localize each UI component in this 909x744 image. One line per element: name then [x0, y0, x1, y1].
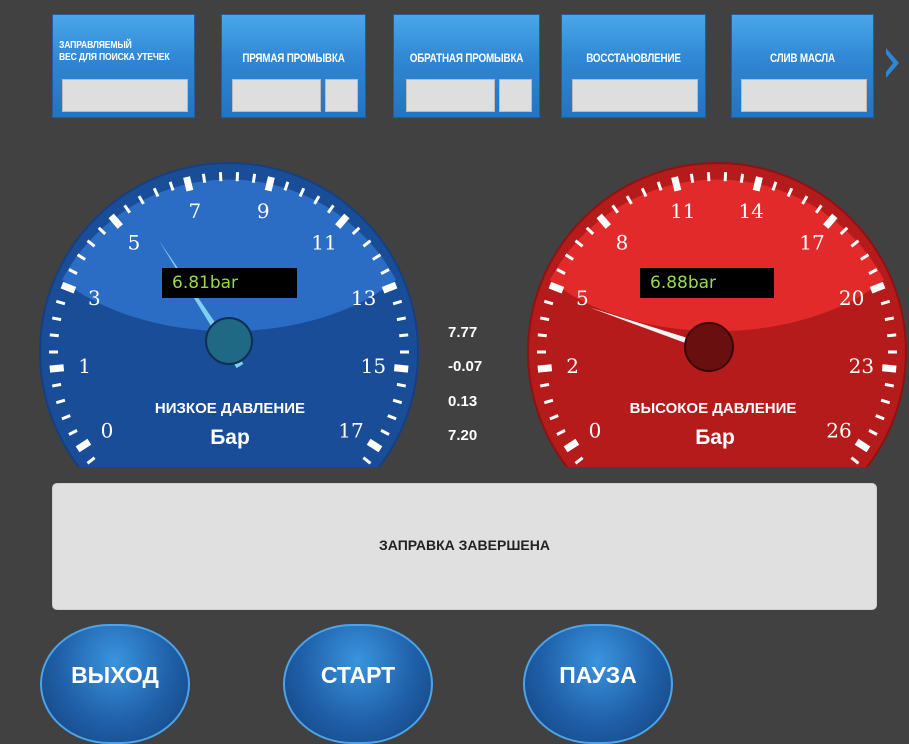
minor-tick: [741, 174, 742, 183]
minor-tick: [540, 318, 549, 320]
gauge-tick-label: 9: [257, 199, 270, 223]
pause-button[interactable]: ПАУЗА: [523, 624, 673, 744]
gauge-tick-label: 5: [128, 230, 141, 254]
minor-tick: [52, 384, 61, 386]
minor-tick: [540, 384, 549, 386]
high-pressure-readout: 6.88bar: [640, 268, 774, 298]
minor-tick: [353, 470, 360, 476]
exit-button[interactable]: ВЫХОД: [40, 624, 190, 744]
gauge-tick-label: 23: [849, 354, 874, 378]
major-tick: [882, 368, 896, 369]
mid-value-4: 7.20: [448, 427, 477, 444]
high-pressure-unit: Бар: [675, 426, 755, 450]
gauge-tick-label: 17: [799, 230, 824, 254]
gauge-tick-label: 2: [566, 354, 579, 378]
pause-button-label: ПАУЗА: [525, 662, 671, 689]
major-tick: [50, 368, 64, 369]
gauge-tick-label: 13: [351, 286, 376, 310]
major-tick: [268, 177, 271, 191]
mid-value-1: 7.77: [448, 324, 477, 341]
minor-tick: [52, 318, 61, 320]
major-tick: [383, 285, 396, 290]
start-button[interactable]: СТАРТ: [283, 624, 433, 744]
mid-value-2: -0.07: [448, 358, 482, 375]
major-tick: [675, 177, 678, 191]
minor-tick: [399, 335, 408, 336]
minor-tick: [203, 174, 204, 183]
start-button-label: СТАРТ: [285, 662, 431, 689]
gauge-tick-label: 11: [670, 199, 695, 223]
mid-value-3: 0.13: [448, 393, 477, 410]
gauge-tick-label: 20: [839, 286, 864, 310]
minor-tick: [538, 335, 547, 336]
gauge-tick-label: 11: [311, 230, 336, 254]
status-message: ЗАПРАВКА ЗАВЕРШЕНА: [53, 537, 876, 553]
gauge-tick-label: 8: [616, 230, 629, 254]
low-pressure-readout: 6.81bar: [162, 268, 297, 298]
major-tick: [187, 177, 190, 191]
status-panel: ЗАПРАВКА ЗАВЕРШЕНА: [52, 483, 877, 610]
major-tick: [550, 285, 563, 290]
low-gauge-hub: [206, 318, 252, 364]
minor-tick: [99, 470, 106, 476]
minor-tick: [691, 174, 692, 183]
gauge-tick-label: 26: [826, 418, 851, 442]
gauge-tick-label: 17: [338, 418, 363, 442]
major-tick: [62, 285, 75, 290]
minor-tick: [253, 174, 254, 183]
gauge-tick-label: 1: [78, 354, 91, 378]
major-tick: [394, 368, 408, 369]
minor-tick: [397, 318, 406, 320]
major-tick: [756, 177, 759, 191]
high-pressure-title: ВЫСОКОЕ ДАВЛЕНИЕ: [618, 400, 808, 417]
low-pressure-title: НИЗКОЕ ДАВЛЕНИЕ: [140, 400, 320, 417]
minor-tick: [887, 335, 896, 336]
minor-tick: [885, 384, 894, 386]
low-pressure-unit: Бар: [190, 426, 270, 450]
gauge-tick-label: 3: [88, 286, 101, 310]
major-tick: [538, 368, 552, 369]
minor-tick: [885, 318, 894, 320]
minor-tick: [397, 384, 406, 386]
minor-tick: [587, 470, 594, 476]
exit-button-label: ВЫХОД: [42, 662, 188, 689]
minor-tick: [50, 335, 59, 336]
gauge-tick-label: 15: [361, 354, 386, 378]
gauge-tick-label: 7: [188, 199, 201, 223]
high-gauge-hub: [685, 323, 733, 371]
gauge-tick-label: 5: [576, 286, 589, 310]
gauge-tick-label: 0: [589, 418, 602, 442]
major-tick: [871, 285, 884, 290]
minor-tick: [841, 470, 848, 476]
gauge-tick-label: 0: [101, 418, 114, 442]
gauge-tick-label: 14: [738, 199, 763, 223]
